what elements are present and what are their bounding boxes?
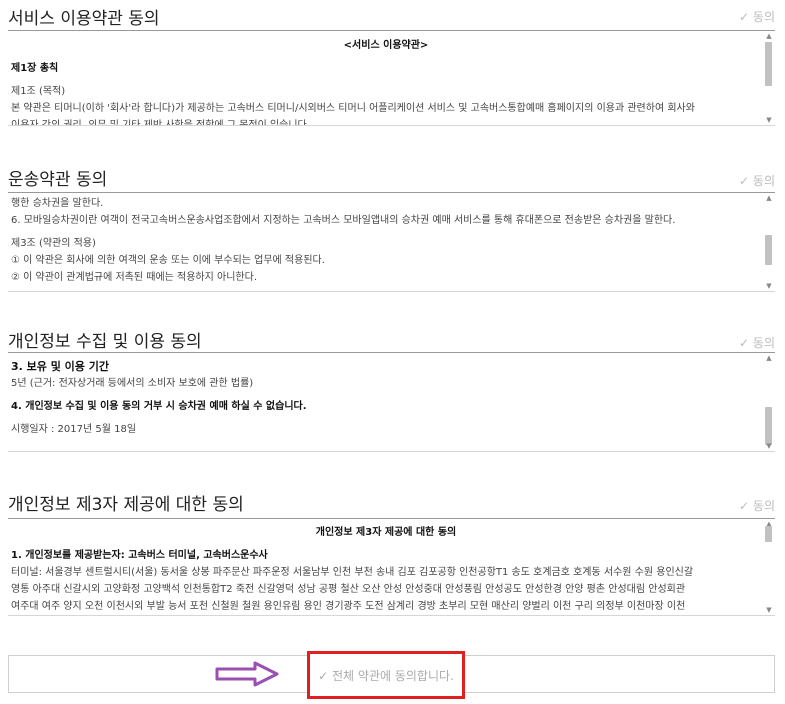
scrollbar-thumb[interactable] <box>765 407 772 445</box>
privacy-collection-section: 개인정보 수집 및 이용 동의 ✓ 동의 3. 보유 및 이용 기간 5년 (근… <box>8 322 775 457</box>
terms-line: 6. 모바일승차권이란 여객이 전국고속버스운송사업조합에서 지정하는 고속버스… <box>11 215 676 226</box>
service-terms-agree-checkbox[interactable]: ✓ 동의 <box>739 8 775 25</box>
terms-line: 5년 (근거: 전자상거래 등에서의 소비자 보호에 관한 법률) <box>11 378 254 389</box>
privacy-collection-scrollbar[interactable]: ▲ ▼ <box>764 353 774 451</box>
terms-line: <서비스 이용약관> <box>343 40 429 51</box>
terms-line: 이용자 간의 권리, 의무 및 기타 제반 사항을 정함에 그 목적이 있습니다… <box>11 117 761 125</box>
terms-line: ① 이 약관은 회사에 의한 여객의 운송 또는 이에 부수되는 업무에 적용된… <box>11 255 325 266</box>
scroll-up-icon[interactable]: ▲ <box>764 193 774 203</box>
terms-line: 여주대 여주 양지 오천 이천시외 부발 능서 포천 신철원 철원 용인유림 용… <box>11 601 686 612</box>
terms-line: 1. 개인정보를 제공받는자: 고속버스 터미널, 고속버스운수사 <box>11 550 268 561</box>
scrollbar-thumb[interactable] <box>765 526 772 542</box>
terms-line: 행한 승차권을 말한다. <box>11 198 104 209</box>
terms-line: 3. 보유 및 이용 기간 <box>11 360 109 373</box>
scrollbar-thumb[interactable] <box>765 42 772 86</box>
scroll-down-icon[interactable]: ▼ <box>764 441 774 451</box>
third-party-scrollbar[interactable]: ▲ ▼ <box>764 519 774 615</box>
terms-line: 영통 아주대 신갈시외 고양화정 고양백석 인천통합T2 죽전 신갈영덕 성남 … <box>11 584 686 595</box>
terms-line: 제3조 (약관의 적용) <box>11 238 96 249</box>
third-party-agree-checkbox[interactable]: ✓ 동의 <box>739 497 775 514</box>
third-party-title: 개인정보 제3자 제공에 대한 동의 <box>8 495 244 515</box>
service-terms-title: 서비스 이용약관 동의 <box>8 9 160 29</box>
scroll-up-icon[interactable]: ▲ <box>764 353 774 363</box>
terms-line: ② 이 약관이 관계법규에 저촉된 때에는 적용하지 아니한다. <box>11 272 257 283</box>
terms-line: 개인정보 제3자 제공에 대한 동의 <box>315 527 457 538</box>
scroll-down-icon[interactable]: ▼ <box>764 605 774 615</box>
transport-terms-textbox[interactable]: 행한 승차권을 말한다. 6. 모바일승차권이란 여객이 전국고속버스운송사업조… <box>8 192 775 292</box>
privacy-collection-title: 개인정보 수집 및 이용 동의 <box>8 332 202 352</box>
privacy-collection-textbox[interactable]: 3. 보유 및 이용 기간 5년 (근거: 전자상거래 등에서의 소비자 보호에… <box>8 352 775 452</box>
scrollbar-thumb[interactable] <box>765 235 772 265</box>
service-terms-textbox[interactable]: <서비스 이용약관> 제1장 총칙 제1조 (목적) 본 약관은 티머니(이하 … <box>8 30 775 126</box>
service-terms-section: 서비스 이용약관 동의 ✓ 동의 <서비스 이용약관> 제1장 총칙 제1조 (… <box>8 0 775 130</box>
scroll-down-icon[interactable]: ▼ <box>764 115 774 125</box>
terms-line: 시행일자 : 2017년 5월 18일 <box>11 424 137 435</box>
agree-all-button[interactable]: ✓ 전체 약관에 동의합니다. <box>307 651 465 699</box>
privacy-collection-agree-checkbox[interactable]: ✓ 동의 <box>739 334 775 351</box>
terms-line: 4. 개인정보 수집 및 이용 동의 거부 시 승차권 예매 하실 수 없습니다… <box>11 401 307 412</box>
third-party-textbox[interactable]: 개인정보 제3자 제공에 대한 동의 1. 개인정보를 제공받는자: 고속버스 … <box>8 518 775 616</box>
terms-line: 터미널: 서울경부 센트럴시티(서울) 동서울 상봉 파주문산 파주운정 서울남… <box>11 567 694 578</box>
pointer-arrow-icon <box>215 661 279 687</box>
transport-terms-title: 운송약관 동의 <box>8 170 108 190</box>
transport-terms-scrollbar[interactable]: ▲ ▼ <box>764 193 774 291</box>
scroll-down-icon[interactable]: ▼ <box>764 281 774 291</box>
terms-line: 제1장 총칙 <box>11 63 59 74</box>
transport-terms-agree-checkbox[interactable]: ✓ 동의 <box>739 172 775 189</box>
terms-line: 제1조 (목적) <box>11 86 66 97</box>
scroll-up-icon[interactable]: ▲ <box>764 31 774 41</box>
terms-line: 본 약관은 티머니(이하 '회사'라 합니다)가 제공하는 고속버스 티머니/시… <box>11 103 695 114</box>
transport-terms-section: 운송약관 동의 ✓ 동의 행한 승차권을 말한다. 6. 모바일승차권이란 여객… <box>8 160 775 295</box>
third-party-section: 개인정보 제3자 제공에 대한 동의 ✓ 동의 개인정보 제3자 제공에 대한 … <box>8 486 775 618</box>
service-terms-scrollbar[interactable]: ▲ ▼ <box>764 31 774 125</box>
